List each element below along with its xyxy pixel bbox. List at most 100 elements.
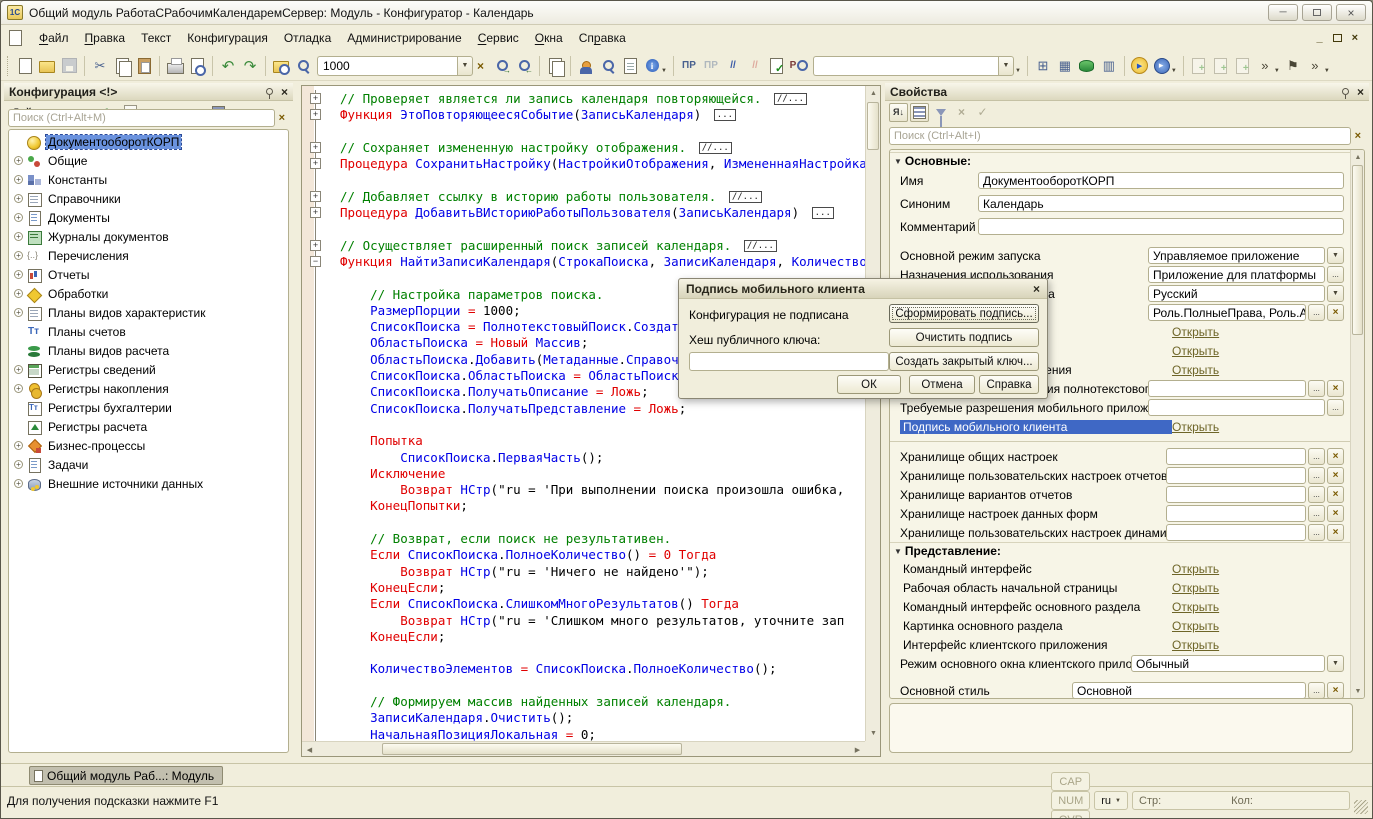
menu-Справка[interactable]: Справка: [571, 28, 634, 48]
clear-value-icon[interactable]: ×: [1327, 682, 1344, 699]
context-help-button[interactable]: [597, 55, 619, 77]
expand-icon[interactable]: +: [14, 384, 23, 393]
clear-value-icon[interactable]: ×: [1327, 467, 1344, 484]
expand-icon[interactable]: +: [14, 194, 23, 203]
configuration-window-button[interactable]: ⊞: [1032, 55, 1054, 77]
start-debugging-button[interactable]: [1129, 55, 1151, 77]
cut-button[interactable]: ✂: [89, 55, 111, 77]
check-module-button[interactable]: [766, 55, 788, 77]
code-line[interactable]: КонецЕсли;: [302, 580, 865, 596]
code-line[interactable]: Если СписокПоиска.ПолноеКоличество() = 0…: [302, 547, 865, 563]
tree-item-Константы[interactable]: +Константы: [9, 170, 288, 189]
maximize-button[interactable]: [1302, 4, 1332, 21]
public-key-hash-input[interactable]: [689, 352, 889, 371]
tree-item-Регистры сведений[interactable]: +Регистры сведений: [9, 360, 288, 379]
resize-grip[interactable]: [1354, 800, 1368, 814]
clear-value-icon[interactable]: ×: [1327, 380, 1344, 397]
code-line[interactable]: Возврат НСтр("ru = 'При выполнении поиск…: [302, 482, 865, 498]
property-row[interactable]: Хранилище пользовательских настроек отче…: [890, 466, 1350, 485]
breakpoints-button[interactable]: ⚑: [1282, 55, 1304, 77]
fold-marker-icon[interactable]: +: [310, 109, 321, 120]
menu-Сервис[interactable]: Сервис: [470, 28, 527, 48]
clear-search-icon[interactable]: ×: [275, 112, 289, 124]
open-link[interactable]: Открыть: [1172, 363, 1219, 377]
service-windows-button[interactable]: ▥: [1098, 55, 1120, 77]
toolbar-overflow-button[interactable]: »: [1254, 55, 1276, 77]
dropdown-icon[interactable]: ▼: [1327, 655, 1344, 672]
open-link[interactable]: Открыть: [1172, 420, 1219, 434]
code-line[interactable]: +// Сохраняет измененную настройку отобр…: [302, 140, 865, 156]
print-preview-button[interactable]: [186, 55, 208, 77]
property-row[interactable]: Основной стильОсновной...×: [890, 681, 1350, 699]
tree-item-Регистры расчета[interactable]: Регистры расчета: [9, 417, 288, 436]
expand-icon[interactable]: +: [14, 479, 23, 488]
property-value-input[interactable]: Приложение для платформы: [1148, 266, 1325, 283]
combo-dropdown-icon[interactable]: ▼: [457, 56, 473, 76]
expand-icon[interactable]: +: [14, 156, 23, 165]
print-button[interactable]: [164, 55, 186, 77]
scroll-down-icon[interactable]: ▼: [1351, 684, 1365, 698]
open-link[interactable]: Открыть: [1172, 581, 1219, 595]
property-value-input[interactable]: [1166, 467, 1306, 484]
tree-item-Справочники[interactable]: +Справочники: [9, 189, 288, 208]
property-section-Представление:[interactable]: ▼Представление:: [890, 542, 1350, 559]
ellipsis-button[interactable]: ...: [1308, 304, 1325, 321]
property-row[interactable]: Режим основного окна клиентского приложе…: [890, 654, 1350, 673]
tree-item-Перечисления[interactable]: +Перечисления: [9, 246, 288, 265]
property-value-input[interactable]: [1166, 448, 1306, 465]
update-database-config-button[interactable]: [1076, 55, 1098, 77]
mdi-restore-button[interactable]: [1333, 34, 1342, 42]
expand-icon[interactable]: +: [14, 175, 23, 184]
open-link[interactable]: Открыть: [1172, 344, 1219, 358]
open-link[interactable]: Открыть: [1172, 600, 1219, 614]
find-previous-button[interactable]: [513, 55, 535, 77]
code-line[interactable]: [302, 417, 865, 433]
code-line[interactable]: НачальнаяПозицияЛокальная = 0;: [302, 727, 865, 741]
scroll-up-icon[interactable]: ▲: [866, 86, 881, 101]
property-value-input[interactable]: Роль.ПолныеПрава, Роль.Ад: [1148, 304, 1306, 321]
tree-item-Планы счетов[interactable]: Планы счетов: [9, 322, 288, 341]
code-line[interactable]: [302, 515, 865, 531]
open-file-button[interactable]: [36, 55, 58, 77]
code-line[interactable]: +// Добавляет ссылку в историю работы по…: [302, 189, 865, 205]
code-line[interactable]: СписокПоиска.ПерваяЧасть();: [302, 450, 865, 466]
property-row[interactable]: СинонимКалендарь: [890, 192, 1350, 215]
format-template-2-button[interactable]: ПР: [700, 55, 722, 77]
code-line[interactable]: КоличествоЭлементов = СписокПоиска.Полно…: [302, 661, 865, 677]
expand-icon[interactable]: +: [14, 213, 23, 222]
generate-signature-button[interactable]: Сформировать подпись...: [889, 304, 1039, 323]
property-row[interactable]: Подпись мобильного клиентаОткрыть: [890, 417, 1350, 436]
clear-value-icon[interactable]: ×: [1327, 505, 1344, 522]
code-line[interactable]: [302, 645, 865, 661]
code-line[interactable]: +// Проверяет является ли запись календа…: [302, 91, 865, 107]
property-value-input[interactable]: Обычный: [1131, 655, 1325, 672]
tree-item-ДокументооборотКОРП[interactable]: ДокументооборотКОРП: [9, 132, 288, 151]
dropdown-icon[interactable]: ▼: [1327, 247, 1344, 264]
connect-debugger-button[interactable]: [1151, 55, 1173, 77]
template-insert-3-button[interactable]: [1232, 55, 1254, 77]
tree-item-Планы видов расчета[interactable]: Планы видов расчета: [9, 341, 288, 360]
fold-marker-icon[interactable]: +: [310, 191, 321, 202]
code-line[interactable]: КонецПопытки;: [302, 498, 865, 514]
code-line[interactable]: [302, 124, 865, 140]
mdi-minimize-button[interactable]: _: [1316, 32, 1322, 44]
clear-value-icon[interactable]: ×: [1327, 448, 1344, 465]
format-template-button[interactable]: ПР: [678, 55, 700, 77]
procedures-functions-button[interactable]: [788, 55, 810, 77]
create-private-key-button[interactable]: Создать закрытый ключ...: [889, 352, 1039, 371]
combo-dropdown-icon[interactable]: ▼: [998, 56, 1014, 76]
code-line[interactable]: +Процедура ДобавитьВИсториюРаботыПользов…: [302, 205, 865, 221]
property-value-input[interactable]: [978, 218, 1344, 235]
expand-icon[interactable]: +: [14, 308, 23, 317]
panel-close-icon[interactable]: ×: [281, 85, 288, 99]
tree-item-Планы видов характеристик[interactable]: +Планы видов характеристик: [9, 303, 288, 322]
close-button[interactable]: ×: [1336, 4, 1366, 21]
code-area[interactable]: +// Проверяет является ли запись календа…: [302, 91, 865, 741]
tree-item-Отчеты[interactable]: +Отчеты: [9, 265, 288, 284]
property-value-input[interactable]: Основной: [1072, 682, 1306, 699]
language-indicator[interactable]: ru ▼: [1094, 791, 1128, 810]
new-document-button[interactable]: [14, 55, 36, 77]
scroll-up-icon[interactable]: ▲: [1351, 150, 1365, 164]
property-row[interactable]: Основной режим запускаУправляемое прилож…: [890, 246, 1350, 265]
open-link[interactable]: Открыть: [1172, 325, 1219, 339]
